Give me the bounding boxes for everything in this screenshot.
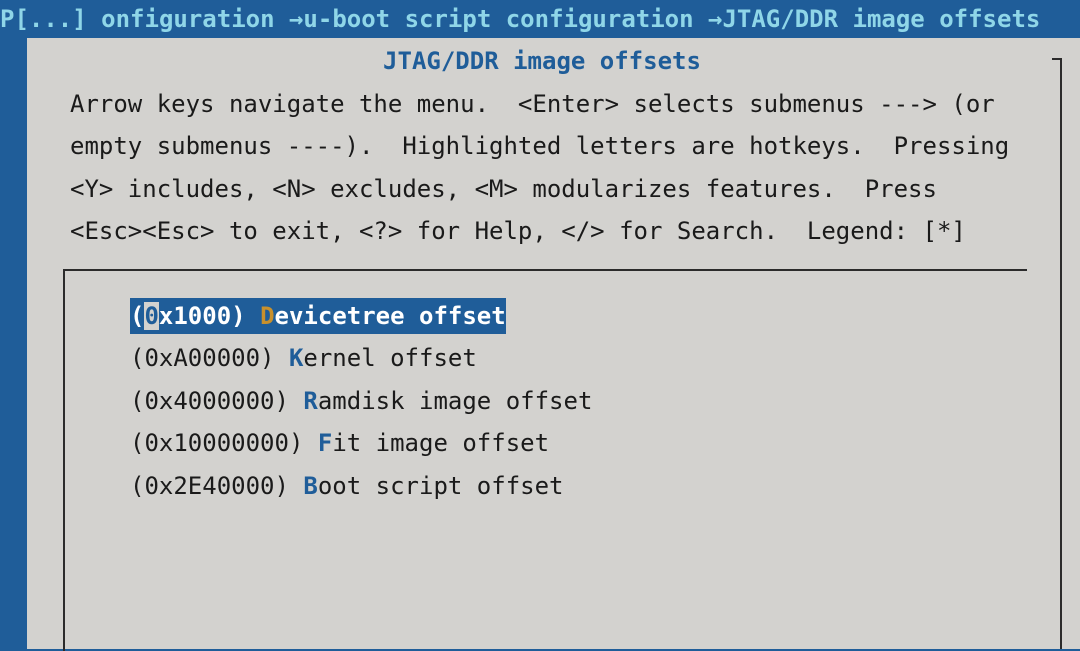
menu-item-value: 0x4000000 [144, 387, 275, 415]
menu-item-fit-image-offset[interactable]: (0x10000000) Fit image offset [130, 425, 549, 461]
menu-item-hotkey: F [317, 429, 333, 457]
menu-item-hotkey: D [260, 302, 275, 330]
menu-item-label: evicetree offset [274, 302, 506, 330]
breadcrumb: P[...] onfiguration →u-boot script confi… [0, 5, 1041, 33]
menu-item-boot-script-offset[interactable]: (0x2E40000) Boot script offset [130, 468, 564, 504]
help-text-line: <Y> includes, <N> excludes, <M> modulari… [70, 175, 937, 203]
menu-item-label: ernel offset [303, 344, 477, 372]
menu-item-devicetree-offset[interactable]: (0x1000) Devicetree offset [130, 298, 506, 334]
menu-item-ramdisk-image-offset[interactable]: (0x4000000) Ramdisk image offset [130, 383, 592, 419]
dialog-title: JTAG/DDR image offsets [383, 47, 701, 75]
menu-item-value: 0xA00000 [144, 344, 261, 372]
menu-item-label: amdisk image offset [317, 387, 593, 415]
menu-item-value-rest: x1000 [158, 302, 232, 330]
help-text-line: Arrow keys navigate the menu. <Enter> se… [70, 90, 995, 118]
menu-item-value: 0x2E40000 [144, 472, 275, 500]
menu-item-hotkey: K [288, 344, 304, 372]
dialog-right-border [1060, 58, 1062, 649]
menu-item-label: it image offset [332, 429, 550, 457]
help-text-line: empty submenus ----). Highlighted letter… [70, 132, 1010, 160]
help-text-line: <Esc><Esc> to exit, <?> for Help, </> fo… [70, 217, 966, 245]
menu-item-value: 0x10000000 [144, 429, 289, 457]
menu-item-kernel-offset[interactable]: (0xA00000) Kernel offset [130, 340, 477, 376]
text-cursor: 0 [144, 302, 159, 330]
menu-item-hotkey: B [303, 472, 318, 500]
menu-item-hotkey: R [303, 387, 318, 415]
menu-item-label: oot script offset [317, 472, 564, 500]
